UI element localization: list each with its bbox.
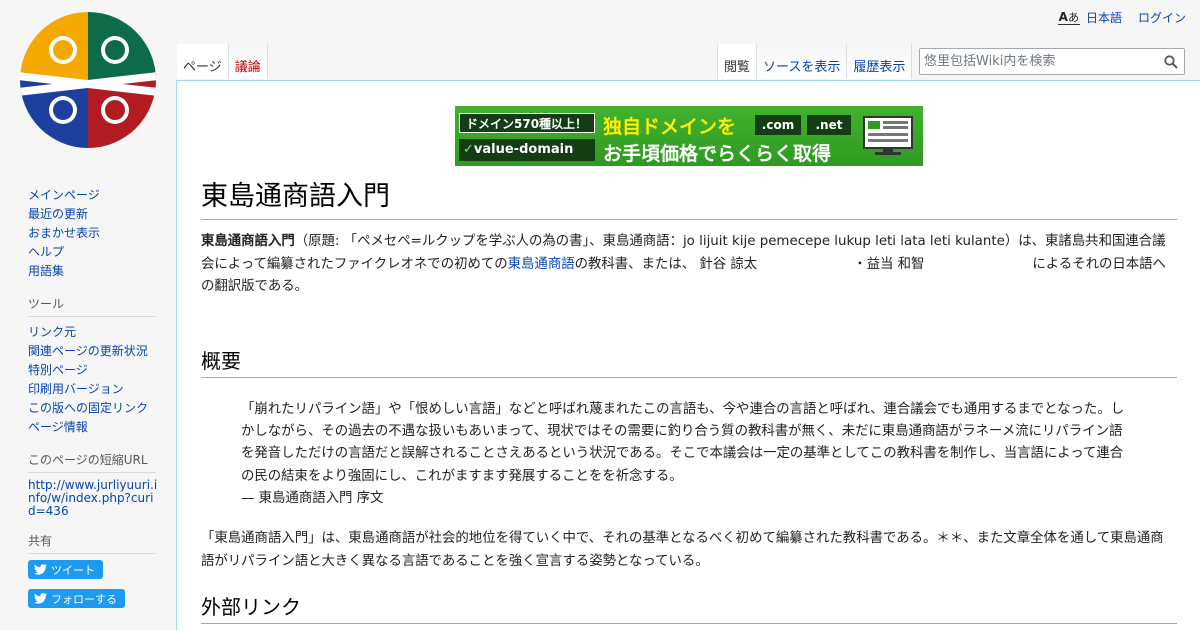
quote-source: — 東島通商語入門 序文	[241, 490, 384, 506]
sidebar-item-random[interactable]: おまかせ表示	[28, 224, 176, 243]
sidebar-item-printable[interactable]: 印刷用バージョン	[28, 380, 176, 399]
share-heading: 共有	[28, 532, 156, 554]
language-link[interactable]: 日本語	[1086, 9, 1122, 26]
sidebar-item-recent-changes[interactable]: 最近の更新	[28, 205, 176, 224]
sidebar-navigation: メインページ 最近の更新 おまかせ表示 ヘルプ 用語集	[28, 186, 176, 281]
language-icon[interactable]: Aあ	[1057, 11, 1080, 25]
link-toushima-tsuushougo[interactable]: 東島通商語	[508, 257, 575, 272]
article-intro: 東島通商語入門（原題: 「ペメセペ=ルクップを学ぶ人の為の書」、東島通商語：jo…	[201, 231, 1177, 299]
sidebar-item-glossary[interactable]: 用語集	[28, 262, 176, 281]
bird-icon	[34, 593, 47, 604]
sidebar: メインページ 最近の更新 おまかせ表示 ヘルプ 用語集 ツール リンク元 関連ペ…	[0, 180, 176, 630]
tab-read[interactable]: 閲覧	[717, 44, 758, 79]
bird-icon	[34, 564, 47, 575]
tab-history[interactable]: 履歴表示	[847, 44, 913, 79]
banner-logo: ✓value-domain	[459, 139, 595, 161]
tweet-button[interactable]: ツイート	[28, 560, 103, 579]
intro-bold-title: 東島通商語入門	[201, 234, 295, 249]
ad-banner[interactable]: ドメイン570種以上！ ✓value-domain 独自ドメインを お手頃価格で…	[455, 106, 923, 166]
sidebar-item-help[interactable]: ヘルプ	[28, 243, 176, 262]
banner-com-tag: .com	[755, 115, 801, 135]
sidebar-item-main-page[interactable]: メインページ	[28, 186, 176, 205]
sidebar-item-what-links-here[interactable]: リンク元	[28, 323, 176, 342]
tab-talk[interactable]: 議論	[228, 44, 268, 79]
sidebar-item-page-info[interactable]: ページ情報	[28, 418, 176, 437]
intro-paragraph: 東島通商語入門（原題: 「ペメセペ=ルクップを学ぶ人の為の書」、東島通商語：jo…	[201, 234, 1166, 294]
sidebar-tools: ツール リンク元 関連ページの更新状況 特別ページ 印刷用バージョン この版への…	[28, 295, 176, 437]
tab-page[interactable]: ページ	[177, 44, 229, 79]
view-tabs: 閲覧 ソースを表示 履歴表示	[717, 44, 913, 79]
sidebar-item-related-changes[interactable]: 関連ページの更新状況	[28, 342, 176, 361]
blockquote: 「崩れたリパライン語」や「恨めしい言語」などと呼ばれ蔑まれたこの言語も、今や連合…	[241, 399, 1131, 510]
content-area: ドメイン570種以上！ ✓value-domain 独自ドメインを お手頃価格で…	[176, 80, 1200, 630]
site-logo[interactable]	[18, 10, 158, 150]
sidebar-share: 共有 ツイート フォローする	[28, 532, 176, 618]
sidebar-short-url: このページの短縮URL http://www.jurliyuuri.info/w…	[28, 451, 176, 518]
login-link[interactable]: ログイン	[1138, 9, 1186, 26]
namespace-tabs: ページ 議論	[177, 44, 268, 79]
sidebar-item-special-pages[interactable]: 特別ページ	[28, 361, 176, 380]
tools-heading: ツール	[28, 295, 156, 317]
personal-tools: Aあ 日本語 ログイン	[1057, 9, 1186, 26]
monitor-icon	[863, 116, 913, 155]
follow-button[interactable]: フォローする	[28, 589, 125, 608]
search-box	[919, 48, 1185, 75]
short-url-heading: このページの短縮URL	[28, 451, 156, 473]
search-icon[interactable]	[1164, 55, 1178, 69]
sidebar-item-permanent-link[interactable]: この版への固定リンク	[28, 399, 176, 418]
paragraph: 「東島通商語入門」は、東島通商語が社会的地位を得ていく中で、それの基準となるべく…	[201, 531, 1164, 569]
banner-badge: ドメイン570種以上！	[459, 113, 595, 133]
section-heading-external-links: 外部リンク	[201, 593, 1177, 624]
banner-headline-2: お手頃価格でらくらく取得	[603, 143, 832, 165]
section-heading-overview: 概要	[201, 347, 1177, 378]
search-input[interactable]	[920, 49, 1158, 74]
banner-net-tag: .net	[807, 115, 851, 135]
banner-headline-1: 独自ドメインを	[603, 116, 737, 138]
quote-text: 「崩れたリパライン語」や「恨めしい言語」などと呼ばれ蔑まれたこの言語も、今や連合…	[241, 402, 1125, 484]
page-title: 東島通商語入門	[201, 179, 1177, 220]
tab-view-source[interactable]: ソースを表示	[757, 44, 848, 79]
short-url-link[interactable]: http://www.jurliyuuri.info/w/index.php?c…	[28, 479, 158, 518]
